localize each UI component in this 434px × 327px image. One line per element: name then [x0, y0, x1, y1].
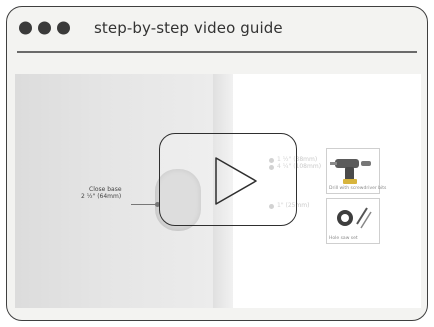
annotation-left-2: 2 ½" (64mm): [81, 193, 122, 200]
window-dot-2: [38, 21, 51, 35]
video-guide-window: step-by-step video guide Close base 2 ½"…: [6, 6, 428, 321]
dimension-pointer-line: [131, 204, 157, 205]
titlebar-divider: [17, 51, 417, 53]
video-player[interactable]: Close base 2 ½" (64mm) 1 ½" (38mm) 4 ¼" …: [15, 74, 421, 308]
window-title: step-by-step video guide: [94, 19, 283, 37]
window-dot-3: [57, 21, 70, 35]
play-triangle-icon: [215, 157, 257, 205]
hole-saw-caption: Hole saw set: [329, 236, 358, 241]
hole-saw-tool-card: Hole saw set: [326, 198, 380, 244]
drill-tool-card: Drill with screwdriver bits: [326, 148, 386, 194]
drill-caption: Drill with screwdriver bits: [329, 186, 387, 191]
titlebar: step-by-step video guide: [7, 7, 427, 51]
window-dot-1: [19, 21, 32, 35]
play-button[interactable]: [159, 133, 297, 226]
annotation-left-1: Close base: [89, 186, 122, 193]
